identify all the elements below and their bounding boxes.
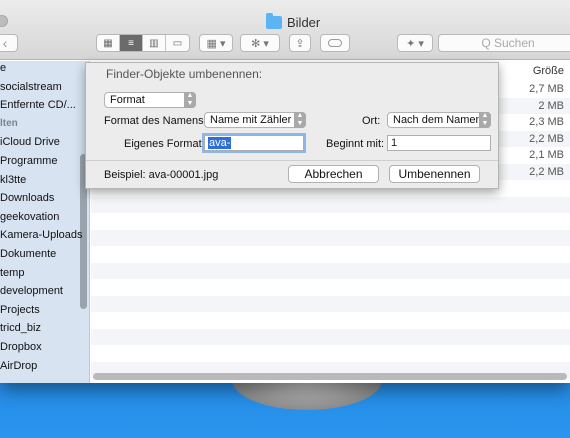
table-row[interactable] — [91, 196, 570, 213]
tag-button[interactable] — [320, 34, 350, 52]
dialog-title: Finder-Objekte umbenennen: — [106, 67, 263, 81]
dropbox-button[interactable]: ✦ ▾ — [397, 34, 433, 52]
titlebar: Bilder ‹ ▦ ≡ ▥ ▭ ▦ ▾ ✻ ▾ ⇪ ✦ ▾ Q Suchen — [0, 0, 570, 60]
folder-icon — [266, 12, 282, 29]
popup-arrows-icon: ▲ ▼ — [184, 92, 196, 108]
table-row[interactable] — [91, 312, 570, 329]
table-row[interactable] — [91, 345, 570, 362]
sidebar-item[interactable]: Projects — [0, 301, 40, 319]
sidebar-item[interactable]: Entfernte CD/... — [0, 96, 76, 114]
start-at-label: Beginnt mit: — [326, 138, 385, 150]
sidebar-item[interactable]: kl3tte — [0, 171, 26, 189]
table-row[interactable] — [91, 246, 570, 263]
where-value: Nach dem Namen — [393, 114, 482, 126]
file-size-cell: 2,3 MB — [529, 116, 564, 128]
sidebar-item[interactable]: Dropbox — [0, 338, 42, 356]
rename-mode-value: Format — [110, 94, 145, 106]
list-view-icon[interactable]: ≡ — [120, 35, 143, 51]
name-format-popup[interactable]: Name mit Zähler ▲ ▼ — [204, 112, 306, 128]
file-size-cell: 2 MB — [538, 99, 564, 112]
sidebar-item[interactable]: geekovation — [0, 208, 59, 226]
cancel-button[interactable]: Abbrechen — [288, 165, 379, 183]
table-row[interactable] — [91, 279, 570, 296]
rename-button[interactable]: Umbenennen — [389, 165, 480, 183]
table-row[interactable] — [91, 328, 570, 345]
popup-arrows-icon: ▲ ▼ — [294, 112, 306, 128]
finder-window: Bilder ‹ ▦ ≡ ▥ ▭ ▦ ▾ ✻ ▾ ⇪ ✦ ▾ Q Suchen … — [0, 0, 570, 383]
sidebar-item[interactable]: tricd_biz — [0, 319, 41, 337]
back-button[interactable]: ‹ — [0, 34, 18, 52]
coverflow-view-icon[interactable]: ▭ — [166, 35, 189, 51]
file-size-cell: 2,2 MB — [529, 165, 564, 178]
column-view-icon[interactable]: ▥ — [143, 35, 166, 51]
icon-view-icon[interactable]: ▦ — [97, 35, 120, 51]
horizontal-scrollbar[interactable] — [93, 373, 567, 380]
name-format-label: Format des Namens: — [104, 115, 207, 127]
rename-dialog: Finder-Objekte umbenennen: Format ▲ ▼ For… — [85, 62, 499, 189]
custom-format-field[interactable]: ava- — [204, 135, 304, 151]
rename-mode-popup[interactable]: Format ▲ ▼ — [104, 92, 196, 108]
window-control-button[interactable] — [0, 15, 8, 27]
file-size-cell: 2,2 MB — [529, 132, 564, 145]
arrange-button[interactable]: ▦ ▾ — [199, 34, 233, 52]
sidebar-item[interactable]: development — [0, 282, 63, 300]
action-gear-button[interactable]: ✻ ▾ — [240, 34, 280, 52]
window-title-text: Bilder — [287, 14, 321, 30]
sidebar-item[interactable]: iCloud Drive — [0, 133, 60, 151]
sidebar-item[interactable]: Kamera-Uploads — [0, 226, 83, 244]
example-text: Beispiel: ava-00001.jpg — [104, 169, 219, 181]
sidebar-item[interactable]: AirDrop — [0, 357, 37, 375]
start-at-field[interactable]: 1 — [387, 135, 491, 151]
sidebar-item[interactable]: Downloads — [0, 189, 54, 207]
sidebar-item[interactable]: socialstream — [0, 78, 62, 96]
window-title: Bilder — [266, 12, 321, 30]
file-size-cell: 2,1 MB — [529, 149, 564, 161]
table-row[interactable] — [91, 262, 570, 279]
share-button[interactable]: ⇪ — [289, 34, 311, 52]
sidebar-item[interactable]: temp — [0, 264, 24, 282]
sidebar-section-header: lten — [0, 117, 18, 129]
tag-icon — [328, 39, 342, 47]
name-format-value: Name mit Zähler — [210, 114, 292, 126]
file-size-cell: 2,7 MB — [529, 83, 564, 95]
column-header-size[interactable]: Größe — [533, 65, 564, 77]
sidebar: e socialstream Entfernte CD/... lten iCloud … — [0, 61, 90, 383]
table-row[interactable] — [91, 213, 570, 230]
popup-arrows-icon: ▲ ▼ — [479, 112, 491, 128]
sidebar-item[interactable]: e — [0, 59, 6, 77]
custom-format-label: Eigenes Format: — [124, 138, 205, 150]
search-input[interactable]: Q Suchen — [438, 34, 570, 52]
view-mode-segment[interactable]: ▦ ≡ ▥ ▭ — [96, 34, 190, 52]
sidebar-item[interactable]: Dokumente — [0, 245, 56, 263]
custom-format-value: ava- — [208, 137, 232, 149]
table-row[interactable] — [91, 229, 570, 246]
dialog-divider — [86, 160, 498, 161]
where-label: Ort: — [362, 115, 381, 127]
sidebar-item[interactable]: Programme — [0, 152, 57, 170]
where-popup[interactable]: Nach dem Namen ▲ ▼ — [387, 112, 491, 128]
table-row[interactable] — [91, 295, 570, 312]
